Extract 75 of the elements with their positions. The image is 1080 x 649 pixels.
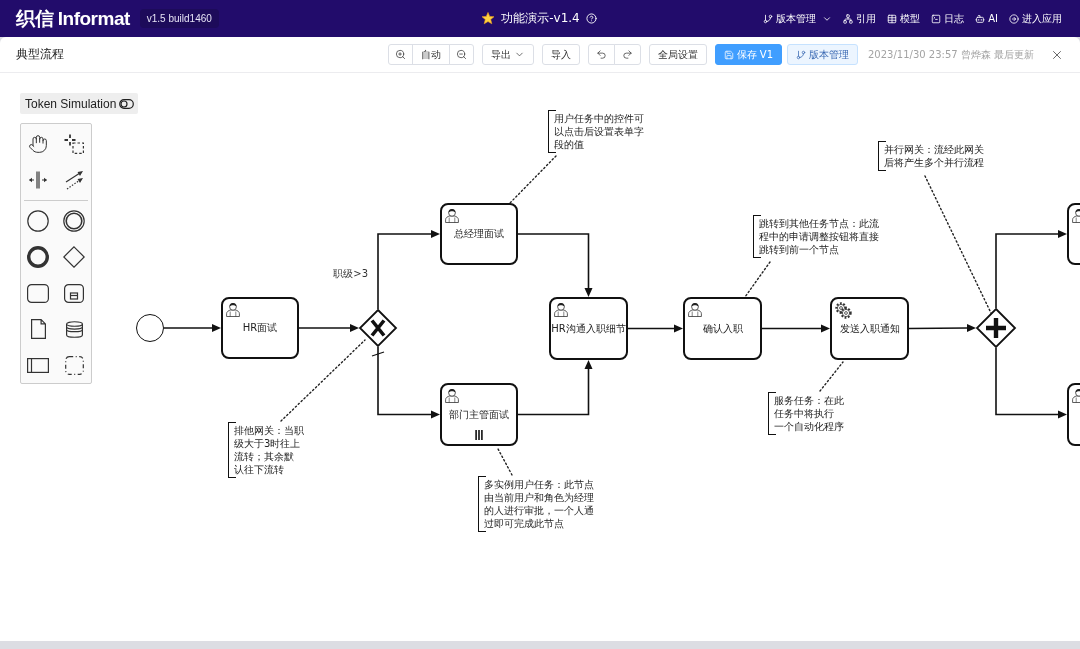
text-annotation: 跳转到其他任务节点：此流 程中的申请调整按钮将直接 跳转到前一个节点 <box>753 215 879 258</box>
last-updated-text: 2023/11/30 23:57 曾烨森 最后更新 <box>868 47 1034 62</box>
nav-link[interactable]: 模型 <box>887 11 921 26</box>
task-label: 发送入职通知 <box>839 322 900 335</box>
person-icon <box>445 388 459 403</box>
person-icon <box>688 302 702 317</box>
banded-rect-icon[interactable] <box>27 357 49 373</box>
table-icon <box>887 13 898 24</box>
diamond-icon[interactable] <box>63 246 85 268</box>
nav-link[interactable]: 日志 <box>931 11 965 26</box>
diamond-plus-node <box>976 308 1016 348</box>
split-arrows-icon[interactable] <box>28 170 48 190</box>
flow-label: 职级>3 <box>333 266 368 281</box>
task-label: 部门主管面试 <box>449 408 509 421</box>
nav-link[interactable]: 进入应用 <box>1009 11 1062 26</box>
zoom-in-button[interactable] <box>387 44 413 65</box>
gears-icon <box>835 302 852 319</box>
text-annotation: 用户任务中的控件可 以点击后设置表单字 段的值 <box>548 110 644 153</box>
panel-title: 典型流程 <box>16 46 64 63</box>
zoom-in-icon <box>394 49 406 60</box>
toolbar-button[interactable]: 全局设置 <box>648 44 707 65</box>
double-circle-icon[interactable] <box>63 210 85 232</box>
app-title: 功能演示-v1.4 <box>501 10 580 27</box>
app-logo: 织信 Informat <box>16 9 130 28</box>
robot-icon <box>975 13 986 24</box>
dashed-rect-icon[interactable] <box>64 355 84 375</box>
terminal-icon <box>931 13 942 24</box>
save-icon <box>723 49 734 60</box>
arrow-circle-icon <box>1009 13 1019 24</box>
undo-button[interactable] <box>587 44 615 65</box>
rounded-rect-icon[interactable] <box>27 283 49 303</box>
person-icon <box>226 302 240 317</box>
zoom-fit-button[interactable]: 自动 <box>411 44 450 65</box>
export-button[interactable]: 导出 <box>481 44 534 65</box>
hand-icon[interactable] <box>28 134 48 154</box>
dotted-connector <box>509 155 557 204</box>
version-button[interactable]: 版本管理 <box>787 44 858 65</box>
person-icon <box>554 302 568 317</box>
person-icon <box>445 208 459 223</box>
zoom-out-icon <box>455 49 467 60</box>
rounded-rect-square-icon[interactable] <box>64 283 84 303</box>
text-annotation: 排他网关：当职 级大于3时往上 流转；其余默 认往下流转 <box>228 422 304 478</box>
diagonal-arrows-icon[interactable] <box>64 170 84 190</box>
thick-circle-icon[interactable] <box>27 246 49 268</box>
dotted-connector <box>496 446 513 476</box>
text-annotation: 并行网关：流经此网关 后将产生多个并行流程 <box>878 141 984 171</box>
diamond-x-node <box>359 309 397 347</box>
text-annotation: 服务任务：在此 任务中将执行 一个自动化程序 <box>768 392 844 435</box>
task-label: HR面试 <box>242 322 278 334</box>
dotted-connector <box>744 261 771 298</box>
cylinder-icon[interactable] <box>65 320 83 338</box>
task-label: HR沟通入职细节 <box>551 322 626 335</box>
nav-link[interactable]: 版本管理 <box>763 11 833 26</box>
nav-link[interactable]: 引用 <box>843 11 877 26</box>
start-circle <box>136 314 164 342</box>
version-label: v1.5 build1460 <box>139 9 219 28</box>
undo-icon <box>595 49 607 60</box>
branch-icon <box>763 13 774 24</box>
token-simulation-toggle[interactable]: Token Simulation <box>20 93 139 114</box>
text-annotation: 多实例用户任务：此节点 由当前用户和角色为经理 的人进行审批，一个人通 过即可完成此节点 <box>478 476 594 532</box>
nav-link[interactable]: AI <box>975 13 998 24</box>
page-icon[interactable] <box>30 319 46 339</box>
redo-icon <box>621 49 633 60</box>
task-label: 确认入职 <box>702 322 743 335</box>
network-icon <box>843 13 854 24</box>
dotted-connector <box>819 361 844 392</box>
task-label: 总经理面试 <box>454 228 504 240</box>
star-icon <box>481 11 496 26</box>
branch-icon <box>796 49 806 60</box>
crosshair-dashed-box-icon[interactable] <box>64 134 84 154</box>
toolbar-button[interactable]: 导入 <box>541 44 580 65</box>
circle-icon[interactable] <box>27 210 49 232</box>
help-icon[interactable] <box>585 13 597 24</box>
zoom-out-button[interactable] <box>448 44 474 65</box>
parallel-bars-icon <box>475 430 483 440</box>
